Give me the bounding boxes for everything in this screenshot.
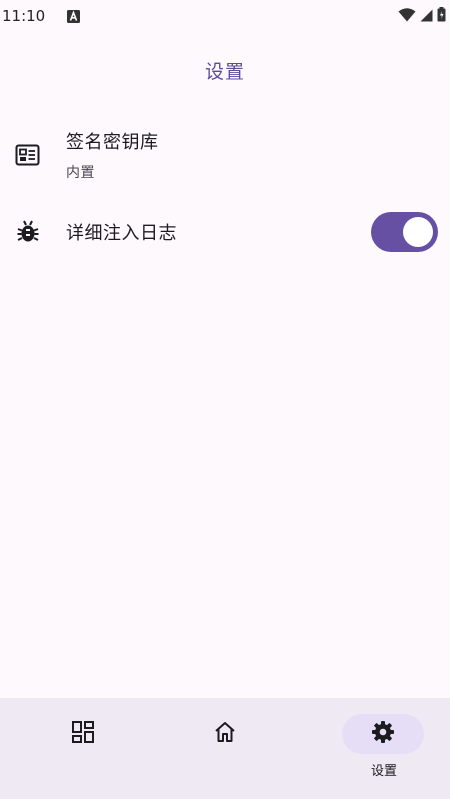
gear-icon (371, 720, 395, 748)
keystore-setting-title: 签名密钥库 (66, 132, 159, 153)
verbose-log-setting-row[interactable]: 详细注入日志 (0, 205, 450, 259)
nav-label-settings: 设置 (370, 764, 397, 779)
nav-item-dashboard[interactable] (0, 698, 150, 799)
wifi-icon (398, 7, 416, 26)
page-title: 设置 (204, 61, 245, 83)
nav-pill-dashboard (42, 714, 124, 754)
home-icon (213, 720, 237, 748)
keystore-setting-value: 内置 (66, 165, 95, 181)
a-letter-icon (67, 9, 81, 23)
verbose-log-toggle[interactable] (371, 212, 438, 252)
status-icons (398, 6, 446, 26)
keystore-setting-row[interactable]: 签名密钥库 内置 (0, 122, 450, 192)
nav-item-settings[interactable]: 设置 (300, 698, 450, 799)
bottom-navigation: 设置 (0, 698, 450, 799)
toggle-thumb (403, 217, 433, 247)
battery-icon (437, 6, 446, 26)
nav-pill-settings (342, 714, 424, 754)
nav-pill-home (184, 714, 266, 754)
dashboard-grid-icon (71, 720, 95, 748)
status-time: 11:10 (2, 7, 46, 25)
nav-item-home[interactable] (142, 698, 292, 799)
bug-icon (15, 219, 41, 245)
status-bar: 11:10 (0, 0, 450, 32)
keystore-card-icon (15, 142, 41, 168)
keystore-setting-text: 签名密钥库 内置 (66, 128, 159, 182)
verbose-log-setting-text: 详细注入日志 (66, 219, 177, 245)
settings-screen: 11:10 设置 签名密钥库 内置 详细注入日志 设置 (0, 0, 450, 799)
verbose-log-setting-title: 详细注入日志 (66, 223, 177, 244)
signal-icon (420, 7, 433, 26)
